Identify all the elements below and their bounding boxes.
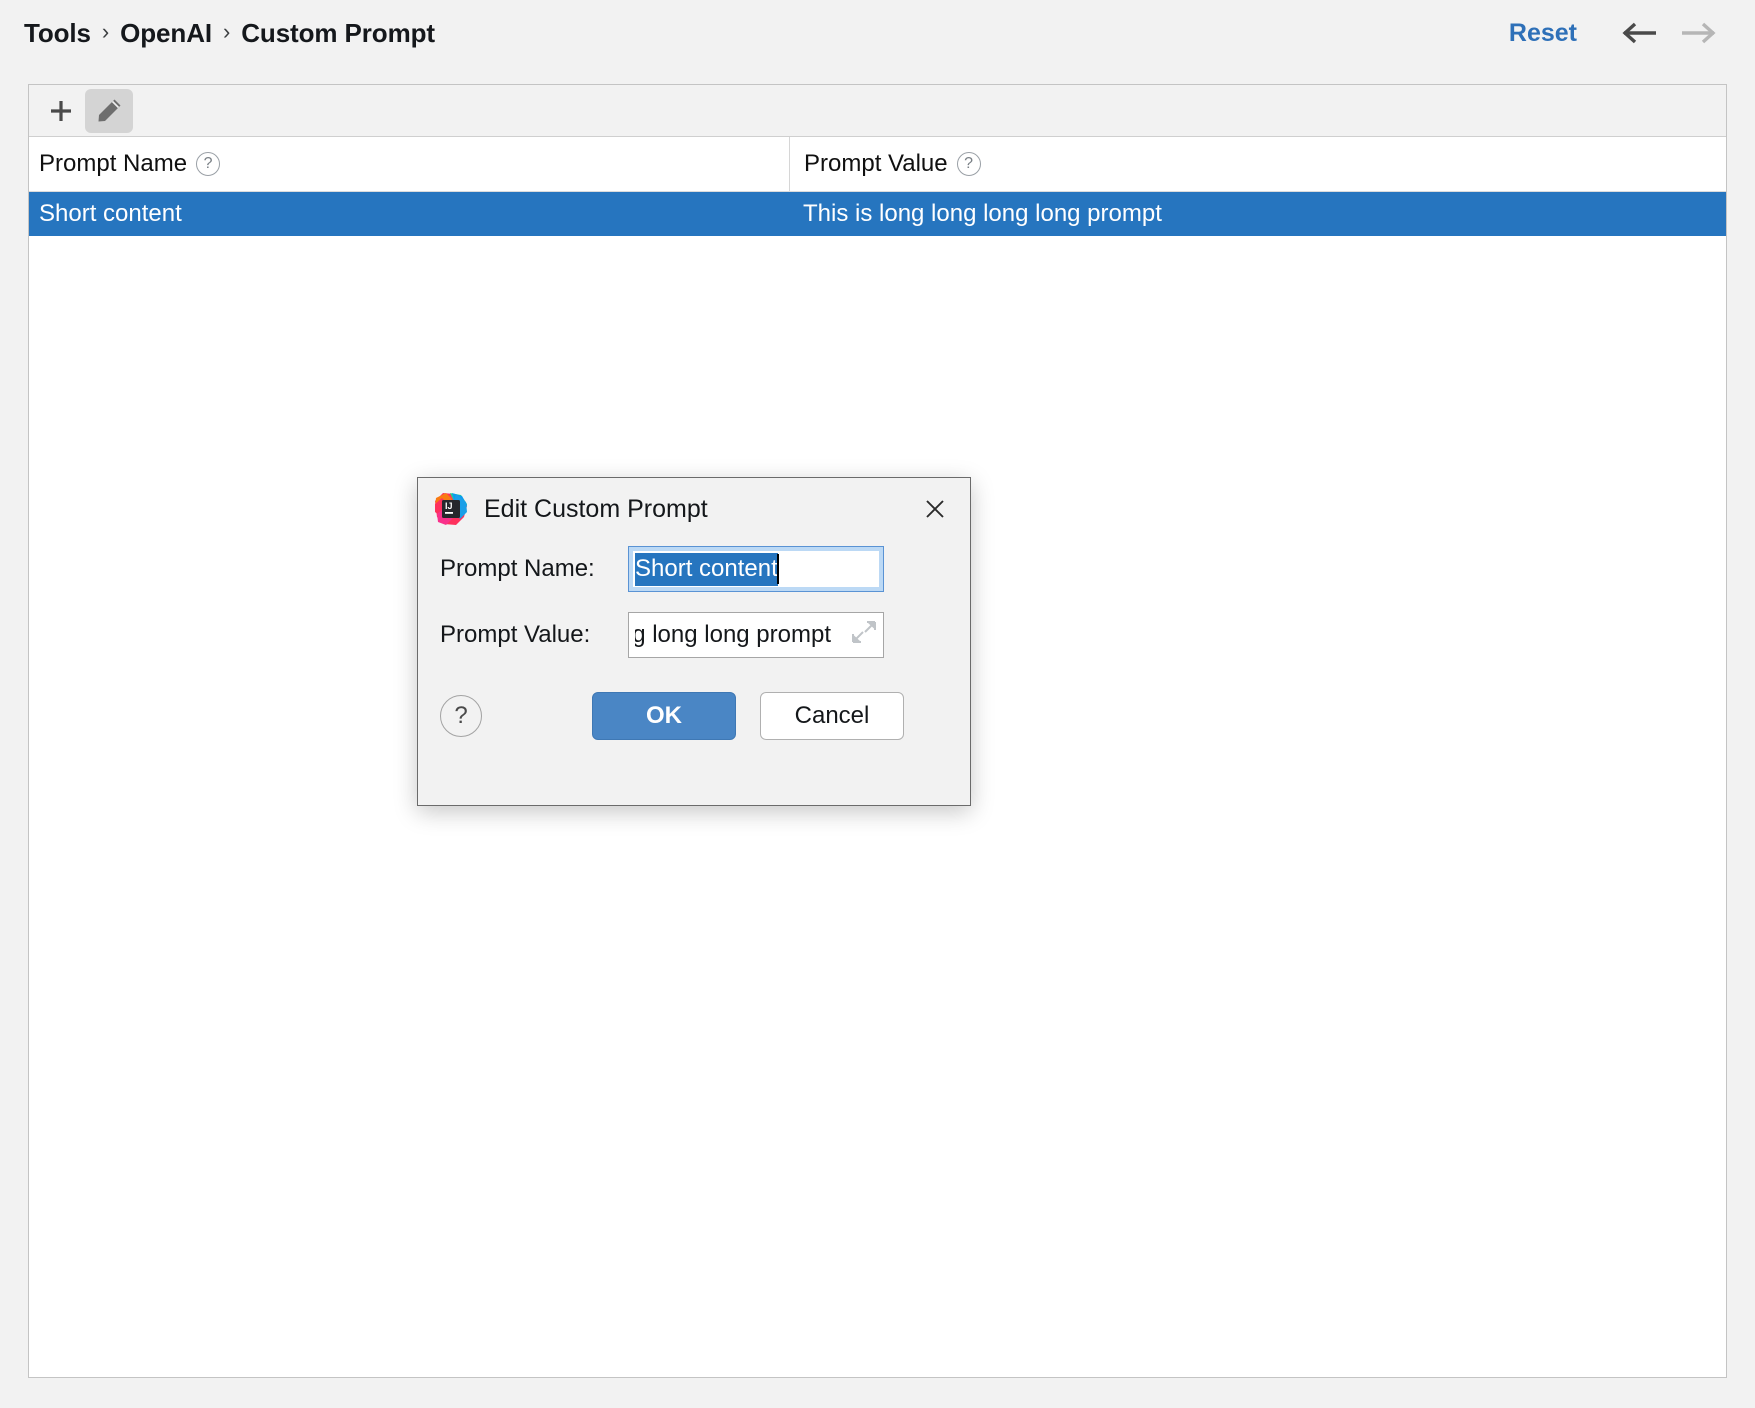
table-header-row: Prompt Name ? Prompt Value ? xyxy=(29,137,1726,192)
prompt-value-input-wrap: This is long long long long prompt xyxy=(628,612,884,658)
dialog-title: Edit Custom Prompt xyxy=(484,495,708,524)
breadcrumb-item-custom-prompt: Custom Prompt xyxy=(241,18,435,49)
cell-prompt-name: Short content xyxy=(29,200,789,228)
svg-text:IJ: IJ xyxy=(445,501,453,511)
field-row-prompt-name: Prompt Name: Short content xyxy=(440,546,948,592)
column-header-prompt-name[interactable]: Prompt Name ? xyxy=(29,137,789,191)
intellij-idea-logo-icon: IJ xyxy=(434,492,468,526)
arrow-left-icon[interactable] xyxy=(1615,13,1669,53)
header-actions: Reset xyxy=(1509,13,1723,53)
plus-icon xyxy=(48,98,74,124)
dialog-titlebar: IJ Edit Custom Prompt xyxy=(418,478,970,540)
help-icon[interactable]: ? xyxy=(196,152,220,176)
arrow-right-icon xyxy=(1669,13,1723,53)
column-header-label: Prompt Value xyxy=(804,150,948,178)
add-prompt-button[interactable] xyxy=(37,89,85,133)
prompt-value-label: Prompt Value: xyxy=(440,621,628,649)
dialog-body: Prompt Name: Short content Prompt Value:… xyxy=(418,540,970,658)
breadcrumb: Tools › OpenAI › Custom Prompt xyxy=(24,18,435,49)
text-caret xyxy=(777,554,779,584)
breadcrumb-separator: › xyxy=(102,19,109,45)
cell-prompt-value: This is long long long long prompt xyxy=(789,200,1726,228)
table-empty-area xyxy=(29,236,1726,1376)
edit-prompt-button[interactable] xyxy=(85,89,133,133)
pencil-icon xyxy=(95,97,123,125)
help-icon[interactable]: ? xyxy=(957,152,981,176)
reset-link[interactable]: Reset xyxy=(1509,19,1577,48)
help-button[interactable]: ? xyxy=(440,695,482,737)
prompt-value-input-value: This is long long long long prompt xyxy=(635,621,831,649)
cancel-button[interactable]: Cancel xyxy=(760,692,904,740)
column-header-label: Prompt Name xyxy=(39,150,187,178)
breadcrumb-item-openai[interactable]: OpenAI xyxy=(120,18,212,49)
breadcrumb-item-tools[interactable]: Tools xyxy=(24,18,91,49)
expand-diagonal-icon[interactable] xyxy=(851,619,877,652)
prompt-name-input-wrap: Short content xyxy=(628,546,884,592)
prompt-name-input[interactable]: Short content xyxy=(628,546,884,592)
settings-header: Tools › OpenAI › Custom Prompt Reset xyxy=(0,0,1755,66)
field-row-prompt-value: Prompt Value: This is long long long lon… xyxy=(440,612,948,658)
dialog-button-bar: ? OK Cancel xyxy=(418,678,970,740)
close-icon[interactable] xyxy=(918,492,952,526)
table-toolbar xyxy=(29,85,1726,137)
ok-button[interactable]: OK xyxy=(592,692,736,740)
prompt-name-label: Prompt Name: xyxy=(440,555,628,583)
prompt-name-input-value: Short content xyxy=(635,553,778,586)
prompt-value-input[interactable]: This is long long long long prompt xyxy=(628,612,884,658)
table-row[interactable]: Short content This is long long long lon… xyxy=(29,192,1726,236)
edit-custom-prompt-dialog: IJ Edit Custom Prompt Prompt Name: Short… xyxy=(417,477,971,806)
breadcrumb-separator: › xyxy=(223,19,230,45)
column-header-prompt-value[interactable]: Prompt Value ? xyxy=(789,137,1726,191)
